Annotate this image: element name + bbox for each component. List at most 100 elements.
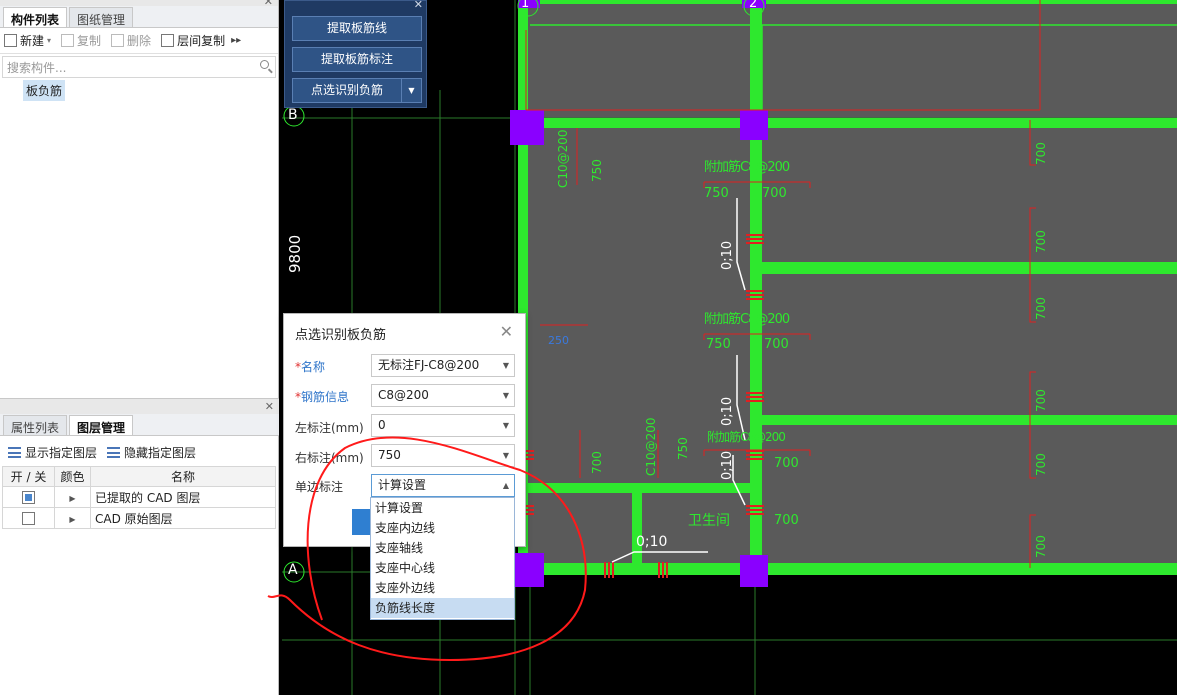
dim-label-700: 700 (774, 456, 799, 471)
right-dim-select[interactable]: 750 ▼ (371, 444, 515, 467)
tab-drawing-manager[interactable]: 图纸管理 (69, 7, 134, 27)
layer-checkbox[interactable] (22, 491, 35, 504)
panel-splitter[interactable]: ✕ (0, 398, 279, 414)
ratio-label: 0;10 (636, 534, 668, 550)
caret-right-icon[interactable]: ▶ (69, 515, 75, 524)
chevron-down-icon[interactable]: ▼ (401, 79, 421, 102)
field-label-name: *名称 (295, 358, 325, 375)
show-layer-label: 显示指定图层 (25, 445, 98, 460)
left-panel: ✕ 构件列表 图纸管理 新建 ▾ 复制 删除 层间复制 ▸▸ 搜索构件... 板… (0, 0, 279, 695)
dim-label-700: 700 (1034, 389, 1048, 412)
extract-rebar-label-button[interactable]: 提取板筋标注 (292, 47, 422, 72)
col-color-header: 颜色 (54, 466, 91, 487)
rebar-info-select[interactable]: C8@200 ▼ (371, 384, 515, 407)
field-label-right: 右标注(mm) (295, 451, 364, 465)
close-icon[interactable]: ✕ (414, 0, 423, 11)
chevron-down-icon[interactable]: ▼ (503, 355, 509, 376)
field-label-single: 单边标注 (295, 480, 344, 494)
panel-close-icon[interactable]: ✕ (264, 0, 273, 8)
single-side-select[interactable]: 计算设置 ▲ (371, 474, 515, 497)
left-dim-select[interactable]: 0 ▼ (371, 414, 515, 437)
component-toolbar: 新建 ▾ 复制 删除 层间复制 ▸▸ (0, 28, 278, 54)
tab-property-list[interactable]: 属性列表 (3, 415, 68, 435)
room-label: 卫生间 (688, 513, 730, 529)
slab-area (524, 0, 1177, 568)
dropdown-option[interactable]: 支座轴线 (371, 538, 514, 558)
dim-label-750: 750 (676, 437, 690, 460)
rebar-tool-panel: ✕ 提取板筋线 提取板筋标注 点选识别负筋 ▼ (284, 0, 427, 108)
copy-button-label: 复制 (77, 34, 102, 48)
name-select[interactable]: 无标注FJ-C8@200 ▼ (371, 354, 515, 377)
new-file-icon (4, 34, 17, 47)
layer-show-icon (8, 446, 21, 458)
search-input[interactable]: 搜索构件... (2, 56, 276, 78)
dropdown-option[interactable]: 支座外边线 (371, 578, 514, 598)
axis-label-B: B (288, 107, 298, 123)
trash-icon (111, 34, 125, 47)
layer-table-header: 开 / 关 颜色 名称 (2, 466, 276, 487)
dropdown-option[interactable]: 支座中心线 (371, 558, 514, 578)
caret-right-icon[interactable]: ▶ (69, 494, 75, 503)
dim-label-700: 700 (590, 451, 604, 474)
ratio-label: 0;10 (720, 450, 735, 480)
axis-label-A: A (288, 562, 298, 578)
dim-label-700: 700 (1034, 453, 1048, 476)
field-label-text: 名称 (301, 360, 326, 374)
dim-label-750: 750 (706, 337, 731, 352)
layer-table: 开 / 关 颜色 名称 ▶ 已提取的 CAD 图层 ▶ CAD 原始图层 (2, 466, 276, 529)
close-icon[interactable]: ✕ (500, 322, 513, 341)
ratio-label: 0;10 (720, 396, 735, 426)
property-tabs: 属性列表 图层管理 (0, 414, 279, 436)
single-side-dropdown: 计算设置 支座内边线 支座轴线 支座中心线 支座外边线 负筋线长度 (370, 497, 515, 620)
layer-name: CAD 原始图层 (90, 507, 276, 529)
layer-hide-icon (107, 446, 121, 458)
tab-component-list[interactable]: 构件列表 (3, 7, 68, 27)
new-button[interactable]: 新建 ▾ (4, 32, 51, 49)
copy-button[interactable]: 复制 (61, 32, 101, 49)
chevron-down-icon[interactable]: ▼ (503, 385, 509, 406)
chevron-down-icon[interactable]: ▼ (503, 415, 509, 436)
double-chevron-right-icon[interactable]: ▸▸ (231, 35, 241, 46)
dim-label-700: 700 (1034, 297, 1048, 320)
dim-label-700: 700 (762, 186, 787, 201)
ratio-label: 0;10 (720, 240, 735, 270)
delete-button-label: 删除 (127, 34, 152, 48)
copy-icon (61, 34, 75, 47)
dim-label-750: 750 (704, 186, 729, 201)
hide-layer-button[interactable]: 隐藏指定图层 (107, 444, 196, 461)
pick-identify-rebar-button[interactable]: 点选识别负筋 ▼ (292, 78, 422, 103)
panel-close-icon[interactable]: ✕ (265, 400, 274, 413)
layer-name: 已提取的 CAD 图层 (90, 486, 276, 508)
panel-header: ✕ (0, 0, 278, 8)
chevron-down-icon[interactable]: ▼ (503, 445, 509, 466)
table-row[interactable]: ▶ CAD 原始图层 (2, 507, 276, 529)
layer-toolbar: 显示指定图层 隐藏指定图层 (0, 440, 279, 464)
dim-label-700: 700 (1034, 230, 1048, 253)
show-layer-button[interactable]: 显示指定图层 (8, 444, 97, 461)
floor-copy-icon (161, 34, 175, 47)
dropdown-option[interactable]: 计算设置 (371, 498, 514, 518)
delete-button[interactable]: 删除 (111, 32, 151, 49)
axis-label-2: 2 (749, 0, 758, 11)
search-icon[interactable] (260, 60, 269, 69)
dropdown-option[interactable]: 负筋线长度 (371, 598, 514, 618)
table-row[interactable]: ▶ 已提取的 CAD 图层 (2, 486, 276, 508)
floor-copy-button-label: 层间复制 (177, 34, 226, 48)
layer-checkbox[interactable] (22, 512, 35, 525)
chevron-down-icon[interactable]: ▾ (47, 36, 51, 45)
extract-rebar-line-button[interactable]: 提取板筋线 (292, 16, 422, 41)
dimension-9800: 9800 (286, 234, 304, 273)
rebar-label-c10: C10@200 (556, 129, 570, 188)
single-side-value: 计算设置 (378, 478, 427, 492)
chevron-up-icon[interactable]: ▲ (503, 475, 509, 496)
tree-item-slab-negative-rebar[interactable]: 板负筋 (23, 80, 66, 101)
hide-layer-label: 隐藏指定图层 (124, 445, 197, 460)
dim-label-700: 700 (1034, 535, 1048, 558)
name-value: 无标注FJ-C8@200 (378, 358, 480, 372)
floor-copy-button[interactable]: 层间复制 (161, 32, 225, 49)
dialog-title: 点选识别板负筋 (295, 328, 387, 343)
field-label-text: 钢筋信息 (301, 390, 350, 404)
dropdown-option[interactable]: 支座内边线 (371, 518, 514, 538)
tab-layer-manager[interactable]: 图层管理 (69, 415, 134, 435)
dim-label-750: 750 (590, 159, 604, 182)
